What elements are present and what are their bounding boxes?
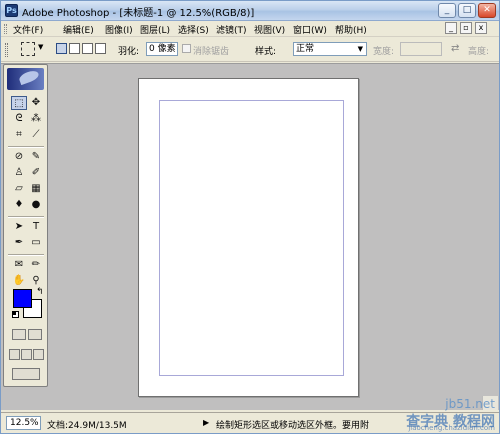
document-canvas[interactable] [138,78,359,397]
move-tool-icon[interactable]: ✥ [28,96,44,110]
blur-tool-icon[interactable]: ♦ [11,198,27,212]
window-title: Adobe Photoshop - [未标题-1 @ 12.5%(RGB/8)] [22,8,255,19]
subtract-selection-icon[interactable] [82,43,93,54]
toolbox-header[interactable] [7,68,44,90]
intersect-selection-icon[interactable] [95,43,106,54]
menu-edit[interactable]: 编辑(E) [63,23,94,36]
zoom-field[interactable]: 12.5% [6,416,41,430]
title-bar[interactable]: Ps Adobe Photoshop - [未标题-1 @ 12.5%(RGB/… [1,1,499,21]
swap-dimensions-icon[interactable]: ⇄ [451,43,459,54]
rect-marquee-tool-icon[interactable]: ⬚ [11,96,27,110]
doc-restore-button[interactable]: ▫ [460,22,472,34]
path-selection-tool-icon[interactable]: ➤ [11,220,27,234]
photoshop-app-icon[interactable]: Ps [5,4,18,17]
width-label: 宽度: [373,47,395,57]
full-screen-mode-icon[interactable] [33,349,44,360]
antialias-checkbox[interactable] [182,44,191,53]
scrollbar-corner[interactable] [482,396,498,410]
tool-hint-text: 绘制矩形选区或移动选区外框。要用附 [216,421,370,431]
style-select-value: 正常 [296,44,315,54]
style-select[interactable]: 正常 ▼ [293,42,367,56]
menu-select[interactable]: 选择(S) [178,23,209,36]
doc-close-button[interactable]: x [475,22,487,34]
rect-marquee-preset-icon[interactable] [21,42,35,56]
feather-input[interactable]: 0 像素 [146,42,178,56]
magic-wand-tool-icon[interactable]: ⁂ [28,112,44,126]
style-label: 样式: [255,47,277,57]
feather-logo-icon [17,68,41,86]
lasso-tool-icon[interactable]: ᘓ [11,112,27,126]
toolbox-divider [8,146,44,148]
notes-tool-icon[interactable]: ✉ [11,258,27,272]
hand-tool-icon[interactable]: ✋ [11,274,27,288]
status-bar: 12.5% 文档:24.9M/13.5M ▶ 绘制矩形选区或移动选区外框。要用附 [1,412,499,433]
menu-image[interactable]: 图像(I) [105,23,133,36]
toolbox: ⬚ ✥ ᘓ ⁂ ⌗ ⟋ ⊘ ✎ ♙ ✐ ▱ ▦ ♦ ● ➤ T ✒ ▭ ✉ ✏ … [3,64,48,387]
slice-tool-icon[interactable]: ⟋ [28,128,44,142]
healing-brush-tool-icon[interactable]: ⊘ [11,150,27,164]
menu-view[interactable]: 视图(V) [254,23,285,36]
standard-mode-icon[interactable] [12,329,26,340]
menu-file[interactable]: 文件(F) [13,23,43,36]
pen-tool-icon[interactable]: ✒ [11,236,27,250]
standard-screen-mode-icon[interactable] [9,349,20,360]
menu-window[interactable]: 窗口(W) [293,23,327,36]
close-button[interactable]: ✕ [478,3,496,18]
shape-tool-icon[interactable]: ▭ [28,236,44,250]
swap-colors-icon[interactable]: ↰ [36,287,44,297]
type-tool-icon[interactable]: T [28,220,44,234]
clone-stamp-tool-icon[interactable]: ♙ [11,166,27,180]
chevron-down-icon: ▼ [357,45,363,53]
feather-label: 羽化: [118,47,140,57]
menu-filter[interactable]: 滤镜(T) [216,23,247,36]
width-input[interactable] [400,42,442,56]
options-bar: ▼ 羽化: 0 像素 消除锯齿 样式: 正常 ▼ 宽度: ⇄ 高度: [1,38,499,62]
new-selection-icon[interactable] [56,43,67,54]
full-screen-menu-mode-icon[interactable] [21,349,32,360]
zoom-tool-icon[interactable]: ⚲ [28,274,44,288]
toolbox-divider [8,254,44,256]
height-label: 高度: [468,47,490,57]
gradient-tool-icon[interactable]: ▦ [28,182,44,196]
doc-minimize-button[interactable]: _ [445,22,457,34]
antialias-label: 消除锯齿 [193,47,230,57]
foreground-color-swatch[interactable] [13,289,32,308]
crop-tool-icon[interactable]: ⌗ [11,128,27,142]
guide-margin [159,100,344,376]
menu-grip[interactable] [4,24,7,34]
maximize-button[interactable]: □ [458,3,476,18]
default-colors-icon[interactable] [12,311,19,318]
quick-mask-mode-icon[interactable] [28,329,42,340]
add-selection-icon[interactable] [69,43,80,54]
info-menu-arrow-icon[interactable]: ▶ [203,418,209,427]
jump-to-imageready-icon[interactable] [12,368,40,380]
options-grip[interactable] [5,43,8,57]
brush-tool-icon[interactable]: ✎ [28,150,44,164]
menu-help[interactable]: 帮助(H) [335,23,367,36]
photoshop-window: Ps Adobe Photoshop - [未标题-1 @ 12.5%(RGB/… [0,0,500,434]
menu-bar: 文件(F) 编辑(E) 图像(I) 图层(L) 选择(S) 滤镜(T) 视图(V… [1,21,499,37]
toolbox-divider [8,216,44,218]
history-brush-tool-icon[interactable]: ✐ [28,166,44,180]
eyedropper-tool-icon[interactable]: ✏ [28,258,44,272]
preset-dropdown-icon[interactable]: ▼ [38,43,43,51]
menu-layer[interactable]: 图层(L) [140,23,170,36]
eraser-tool-icon[interactable]: ▱ [11,182,27,196]
minimize-button[interactable]: _ [438,3,456,18]
dodge-tool-icon[interactable]: ● [28,198,44,212]
document-size-info[interactable]: 文档:24.9M/13.5M [47,418,127,431]
